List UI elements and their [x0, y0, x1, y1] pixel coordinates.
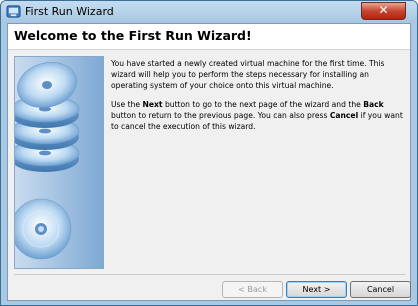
back-button[interactable]: < Back — [222, 281, 283, 298]
window-title: First Run Wizard — [25, 5, 114, 18]
cancel-button[interactable]: Cancel — [350, 281, 411, 298]
wizard-client-area: Welcome to the First Run Wizard! You hav… — [7, 23, 411, 301]
back-keyword: Back — [363, 100, 384, 110]
wizard-description: You have started a newly created virtual… — [111, 58, 405, 141]
button-separator — [14, 274, 405, 275]
next-keyword: Next — [142, 100, 163, 110]
page-title: Welcome to the First Run Wizard! — [14, 28, 252, 43]
intro-paragraph: You have started a newly created virtual… — [111, 59, 385, 91]
title-bar[interactable]: First Run Wizard ✕ — [1, 1, 417, 23]
wizard-window: First Run Wizard ✕ Welcome to the First … — [0, 0, 418, 306]
virtualbox-icon — [6, 5, 21, 18]
cancel-keyword: Cancel — [329, 111, 359, 121]
next-button[interactable]: Next > — [286, 281, 347, 298]
disc-stack-icon — [14, 56, 104, 269]
instructions-paragraph: Use the Next button to go to the next pa… — [111, 100, 403, 132]
page-header: Welcome to the First Run Wizard! — [8, 24, 410, 50]
close-button[interactable]: ✕ — [361, 2, 406, 20]
